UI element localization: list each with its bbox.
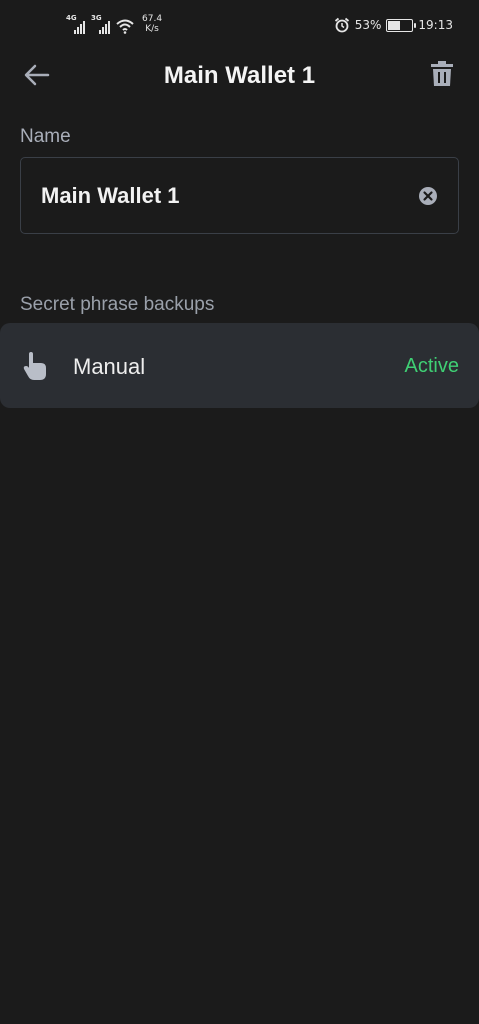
- name-label: Name: [20, 126, 71, 147]
- backup-status-badge: Active: [404, 355, 459, 377]
- status-left: 4G 3G 67.4 K/s: [66, 14, 162, 34]
- backup-item-manual[interactable]: Manual Active: [0, 323, 479, 408]
- signal-tag-1: 4G: [66, 14, 77, 22]
- signal-tag-2: 3G: [91, 14, 102, 22]
- wallet-name-field[interactable]: [20, 157, 459, 234]
- backup-item-label: Manual: [73, 354, 146, 379]
- clock: 19:13: [418, 18, 453, 32]
- trash-icon: [431, 61, 453, 86]
- battery-fill: [388, 20, 401, 30]
- network-speed: 67.4 K/s: [142, 14, 162, 34]
- delete-wallet-button[interactable]: [427, 58, 457, 90]
- signal-icon-2: 3G: [91, 14, 110, 34]
- alarm-icon: [334, 17, 349, 33]
- app-header: Main Wallet 1: [0, 52, 479, 102]
- wallet-name-input[interactable]: [41, 158, 401, 233]
- network-speed-unit: K/s: [145, 24, 159, 34]
- backups-section-label: Secret phrase backups: [20, 294, 215, 315]
- network-speed-value: 67.4: [142, 14, 163, 24]
- status-bar: 4G 3G 67.4 K/s 53% 19:13: [0, 0, 479, 52]
- page-title: Main Wallet 1: [163, 62, 316, 89]
- signal-icon: 4G: [66, 14, 85, 34]
- battery-icon: [386, 18, 417, 32]
- wifi-icon: [116, 19, 134, 34]
- battery-percent: 53%: [354, 18, 382, 32]
- clear-circle-icon[interactable]: [418, 186, 438, 206]
- hand-pointer-icon: [23, 352, 46, 380]
- status-right: 53% 19:13: [334, 17, 453, 33]
